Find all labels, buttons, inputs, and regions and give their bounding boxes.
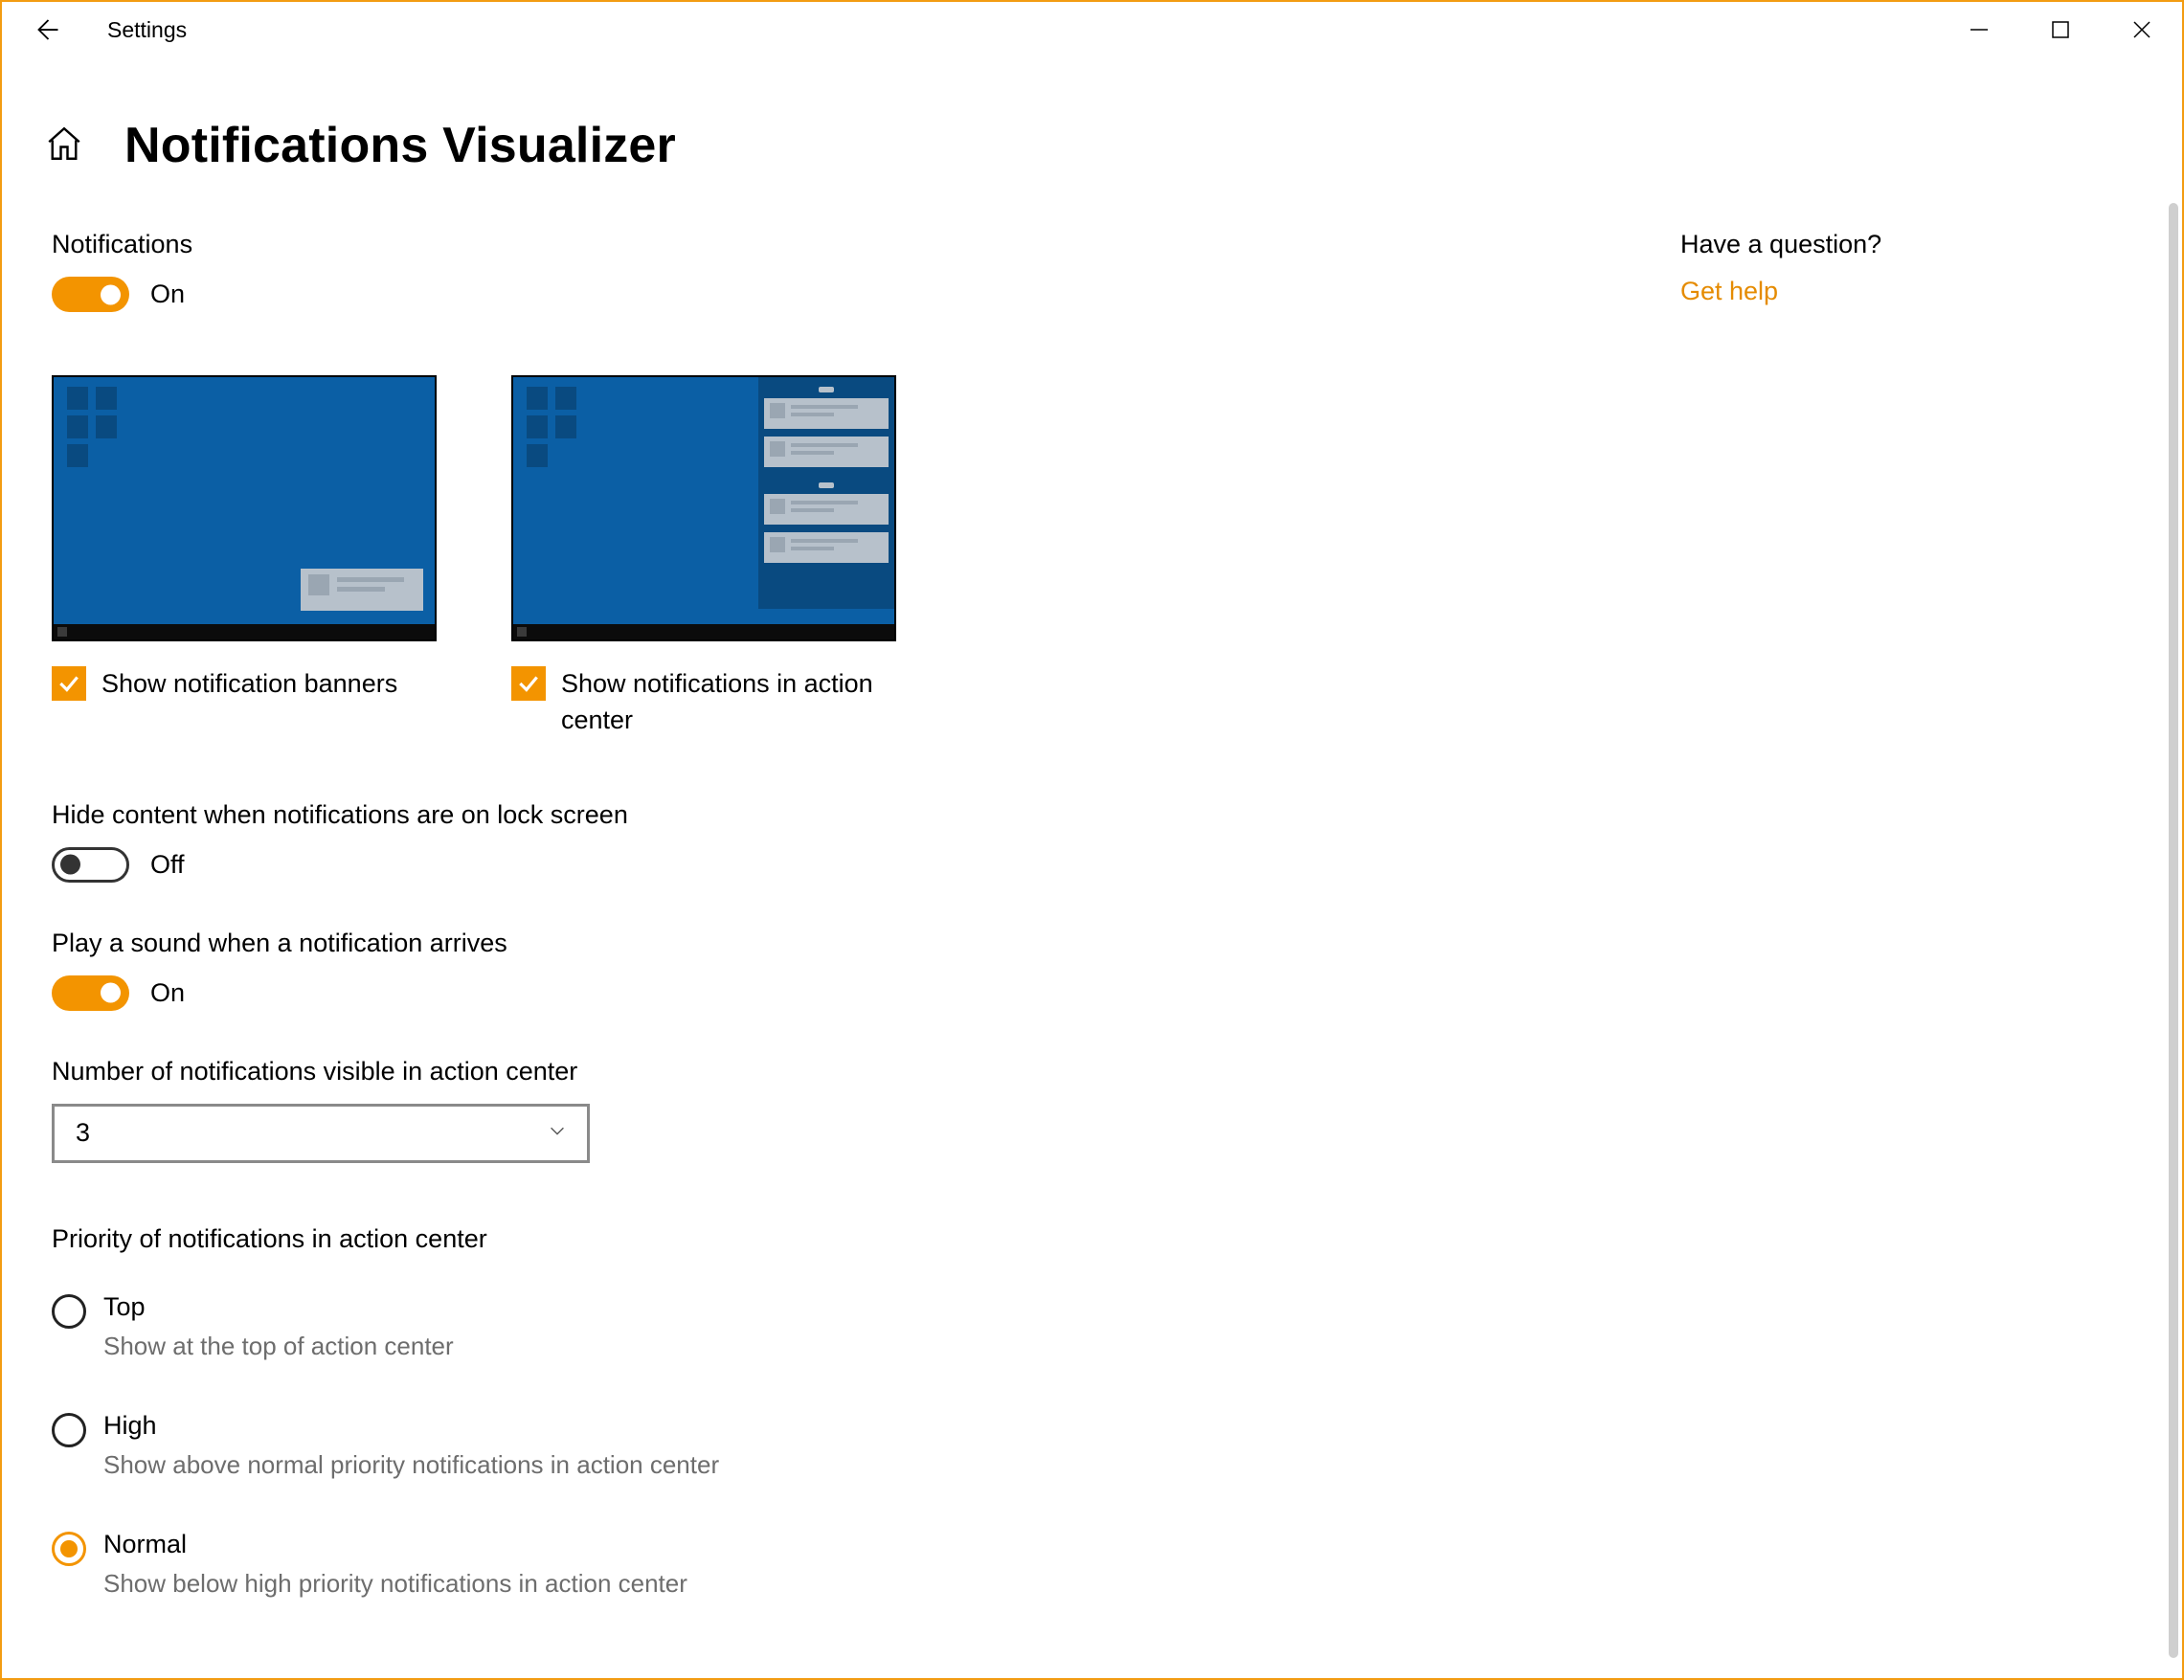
help-heading: Have a question? [1680, 230, 2083, 259]
priority-option-desc: Show below high priority notifications i… [103, 1569, 687, 1599]
window-controls [1938, 2, 2182, 57]
show-banners-label: Show notification banners [101, 666, 397, 703]
show-action-center-checkbox[interactable] [511, 666, 546, 701]
home-icon[interactable] [44, 123, 84, 168]
visible-count-dropdown[interactable]: 3 [52, 1104, 590, 1163]
action-center-preview-tile[interactable] [511, 375, 896, 641]
settings-window: Settings Notifications Visualizer No [0, 0, 2184, 1680]
page-header: Notifications Visualizer [2, 117, 2182, 174]
play-sound-toggle[interactable] [52, 975, 129, 1011]
visible-count-label: Number of notifications visible in actio… [52, 1057, 1679, 1086]
notifications-toggle[interactable] [52, 277, 129, 312]
visible-count-value: 3 [76, 1118, 90, 1148]
radio-button[interactable] [52, 1413, 86, 1447]
priority-option-desc: Show at the top of action center [103, 1332, 454, 1361]
scrollbar-thumb[interactable] [2169, 203, 2178, 1658]
maximize-button[interactable] [2019, 2, 2101, 57]
chevron-down-icon [547, 1120, 568, 1147]
visible-count-setting: Number of notifications visible in actio… [52, 1057, 1679, 1163]
page-body: Notifications On [2, 230, 2182, 1680]
notifications-toggle-row: On [52, 277, 1679, 312]
priority-option-title: Normal [103, 1530, 687, 1559]
show-action-center-label: Show notifications in action center [561, 666, 896, 739]
priority-option-high[interactable]: High Show above normal priority notifica… [52, 1411, 1679, 1480]
play-sound-toggle-state: On [150, 978, 185, 1008]
notification-previews: Show notification banners [52, 375, 1679, 739]
show-banners-checkbox[interactable] [52, 666, 86, 701]
priority-label: Priority of notifications in action cent… [52, 1224, 1679, 1254]
titlebar: Settings [2, 2, 2182, 57]
hide-content-setting: Hide content when notifications are on l… [52, 800, 1679, 883]
radio-button[interactable] [52, 1532, 86, 1566]
play-sound-label: Play a sound when a notification arrives [52, 929, 1679, 958]
priority-setting: Priority of notifications in action cent… [52, 1224, 1679, 1599]
main-column: Notifications On [52, 230, 1679, 1680]
side-column: Have a question? Get help [1680, 230, 2083, 306]
action-center-preview-block: Show notifications in action center [511, 375, 896, 739]
priority-option-desc: Show above normal priority notifications… [103, 1450, 719, 1480]
minimize-button[interactable] [1938, 2, 2019, 57]
banner-preview-tile[interactable] [52, 375, 437, 641]
titlebar-title: Settings [107, 17, 187, 43]
priority-radio-group: Top Show at the top of action center Hig… [52, 1292, 1679, 1599]
get-help-link[interactable]: Get help [1680, 277, 2083, 306]
banner-preview-block: Show notification banners [52, 375, 437, 739]
play-sound-setting: Play a sound when a notification arrives… [52, 929, 1679, 1011]
priority-option-normal[interactable]: Normal Show below high priority notifica… [52, 1530, 1679, 1599]
hide-content-toggle-state: Off [150, 850, 185, 880]
notifications-toggle-state: On [150, 280, 185, 309]
page-title: Notifications Visualizer [124, 117, 676, 174]
close-button[interactable] [2101, 2, 2182, 57]
back-button[interactable] [23, 7, 69, 53]
hide-content-label: Hide content when notifications are on l… [52, 800, 1679, 830]
priority-option-title: Top [103, 1292, 454, 1322]
priority-option-top[interactable]: Top Show at the top of action center [52, 1292, 1679, 1361]
hide-content-toggle[interactable] [52, 847, 129, 883]
priority-option-title: High [103, 1411, 719, 1441]
radio-button[interactable] [52, 1294, 86, 1329]
notifications-label: Notifications [52, 230, 1679, 259]
